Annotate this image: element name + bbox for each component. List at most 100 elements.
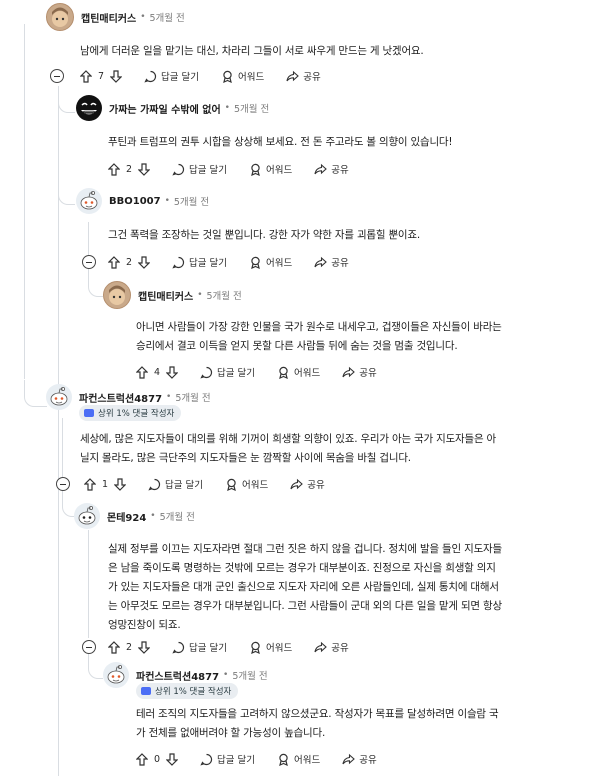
comment-body: 세상에, 많은 지도자들이 대의를 위해 기꺼이 희생할 의향이 있죠. 우리가… <box>80 430 585 468</box>
comment-text-line: 닐지 몰라도, 많은 극단주의 지도자들은 눈 깜짝할 사이에 목숨을 바칠 겁… <box>80 452 411 464</box>
downvote-icon[interactable] <box>138 640 151 654</box>
comment-time: 5개월 전 <box>149 13 185 24</box>
comment-bubble-icon <box>172 163 185 175</box>
share-button[interactable]: 공유 <box>290 477 325 491</box>
reply-button[interactable]: 답글 달기 <box>148 477 203 491</box>
reply-button[interactable]: 답글 달기 <box>172 162 227 176</box>
collapse-thread-button[interactable] <box>82 255 96 269</box>
reply-button[interactable]: 답글 달기 <box>172 255 227 269</box>
comment-text-line: 푸틴과 트럼프의 권투 시합을 상상해 보세요. 전 돈 주고라도 볼 의향이 … <box>108 136 453 148</box>
share-icon <box>290 478 304 489</box>
share-button[interactable]: 공유 <box>314 255 349 269</box>
collapse-thread-button[interactable] <box>56 477 70 491</box>
downvote-icon[interactable] <box>138 255 151 269</box>
award-icon <box>251 163 260 176</box>
comment-author[interactable]: 캡틴매티커스 <box>81 10 136 25</box>
downvote-icon[interactable] <box>166 752 179 766</box>
comment-body: 아니면 사람들이 가장 강한 인물을 국가 원수로 내세우고, 겁쟁이들은 자신… <box>136 318 591 356</box>
award-icon <box>227 478 236 491</box>
comment-time: 5개월 전 <box>232 671 268 682</box>
comment-author[interactable]: 캡틴매티커스 <box>138 288 193 303</box>
comment-author[interactable]: 가짜는 가짜일 수밖에 없어 <box>109 101 221 116</box>
upvote-icon[interactable] <box>108 640 120 654</box>
award-button[interactable]: 어워드 <box>249 640 292 654</box>
upvote-icon[interactable] <box>136 365 148 379</box>
vote-count: 2 <box>126 163 133 175</box>
comment-bubble-icon <box>200 753 213 765</box>
flair-badge-icon <box>141 687 151 695</box>
downvote-icon[interactable] <box>138 162 151 176</box>
reply-label: 답글 달기 <box>161 72 200 83</box>
share-button[interactable]: 공유 <box>286 69 321 83</box>
dark-face-avatar[interactable] <box>76 95 102 121</box>
award-label: 어워드 <box>242 480 269 491</box>
comment-author[interactable]: BBO1007 <box>109 196 161 207</box>
upvote-icon[interactable] <box>84 477 96 491</box>
vote-count: 0 <box>154 753 161 765</box>
reply-button[interactable]: 답글 달기 <box>144 69 199 83</box>
vote-count: 2 <box>126 641 133 653</box>
comment-time: 5개월 전 <box>233 104 270 115</box>
reply-label: 답글 달기 <box>217 755 256 766</box>
share-label: 공유 <box>359 755 377 766</box>
snoo-avatar[interactable] <box>74 503 100 529</box>
comment-body: 실제 정부를 이끄는 지도자라면 절대 그런 짓은 하지 않을 겁니다. 정치에… <box>108 540 593 635</box>
upvote-icon[interactable] <box>108 255 120 269</box>
cat-avatar[interactable] <box>46 3 74 31</box>
award-button[interactable]: 어워드 <box>277 365 320 379</box>
thread-connector <box>24 380 47 407</box>
downvote-icon[interactable] <box>166 365 179 379</box>
comment-author[interactable]: 파컨스트럭션4877 <box>79 390 162 405</box>
flair-label: 상위 1% 댓글 작성자 <box>98 409 175 419</box>
share-icon <box>314 256 328 267</box>
snoo-avatar[interactable] <box>103 662 129 688</box>
award-button[interactable]: 어워드 <box>221 69 264 83</box>
snoo-avatar[interactable] <box>76 188 102 214</box>
reply-button[interactable]: 답글 달기 <box>200 752 255 766</box>
share-button[interactable]: 공유 <box>314 162 349 176</box>
award-label: 어워드 <box>294 368 321 379</box>
comment-time: 5개월 전 <box>175 393 211 404</box>
award-button[interactable]: 어워드 <box>249 162 292 176</box>
flair-label: 상위 1% 댓글 작성자 <box>155 687 232 697</box>
upvote-icon[interactable] <box>136 752 148 766</box>
comment-body: 그건 폭력을 조장하는 것일 뿐입니다. 강한 자가 약한 자를 괴롭힐 뿐이죠… <box>108 226 588 245</box>
thread-line <box>62 418 63 486</box>
reply-label: 답글 달기 <box>189 165 228 176</box>
comment-bubble-icon <box>144 70 157 82</box>
comment-text-line: 가 전체를 없애버려야 할 가능성이 높습니다. <box>136 727 326 739</box>
upvote-icon[interactable] <box>80 69 92 83</box>
comment-bubble-icon <box>148 478 161 490</box>
cat-avatar[interactable] <box>103 281 131 309</box>
share-label: 공유 <box>331 643 349 654</box>
award-button[interactable]: 어워드 <box>277 752 320 766</box>
separator-dot: • <box>223 670 229 680</box>
comment-body: 남에게 더러운 일을 맡기는 대신, 차라리 그들이 서로 싸우게 만드는 게 … <box>80 42 580 61</box>
comment-body: 푸틴과 트럼프의 권투 시합을 상상해 보세요. 전 돈 주고라도 볼 의향이 … <box>108 133 588 152</box>
share-button[interactable]: 공유 <box>342 752 377 766</box>
comment-text-line: 은 남을 죽이도록 명령하는 것밖에 모르는 경우가 대부분이죠. 진정으로 자… <box>108 562 496 574</box>
award-button[interactable]: 어워드 <box>249 255 292 269</box>
upvote-icon[interactable] <box>108 162 120 176</box>
comment-author[interactable]: 파컨스트럭션4877 <box>136 668 219 683</box>
reply-button[interactable]: 답글 달기 <box>172 640 227 654</box>
snoo-avatar[interactable] <box>46 384 72 410</box>
comment-text-line: 엉망진창이 되죠. <box>108 619 181 631</box>
share-label: 공유 <box>303 72 321 83</box>
collapse-thread-button[interactable] <box>50 69 64 83</box>
share-icon <box>342 366 356 377</box>
downvote-icon[interactable] <box>114 477 127 491</box>
award-button[interactable]: 어워드 <box>225 477 268 491</box>
vote-count: 2 <box>126 256 133 268</box>
user-flair: 상위 1% 댓글 작성자 <box>79 405 182 421</box>
share-button[interactable]: 공유 <box>342 365 377 379</box>
reply-button[interactable]: 답글 달기 <box>200 365 255 379</box>
comment-body: 테러 조직의 지도자들을 고려하지 않으셨군요. 작성자가 목표를 달성하려면 … <box>136 705 591 743</box>
comment-bubble-icon <box>172 256 185 268</box>
comment-author[interactable]: 몬테924 <box>107 509 146 524</box>
downvote-icon[interactable] <box>110 69 123 83</box>
share-label: 공유 <box>359 368 377 379</box>
collapse-thread-button[interactable] <box>82 640 96 654</box>
share-button[interactable]: 공유 <box>314 640 349 654</box>
comment-time: 5개월 전 <box>206 291 242 302</box>
